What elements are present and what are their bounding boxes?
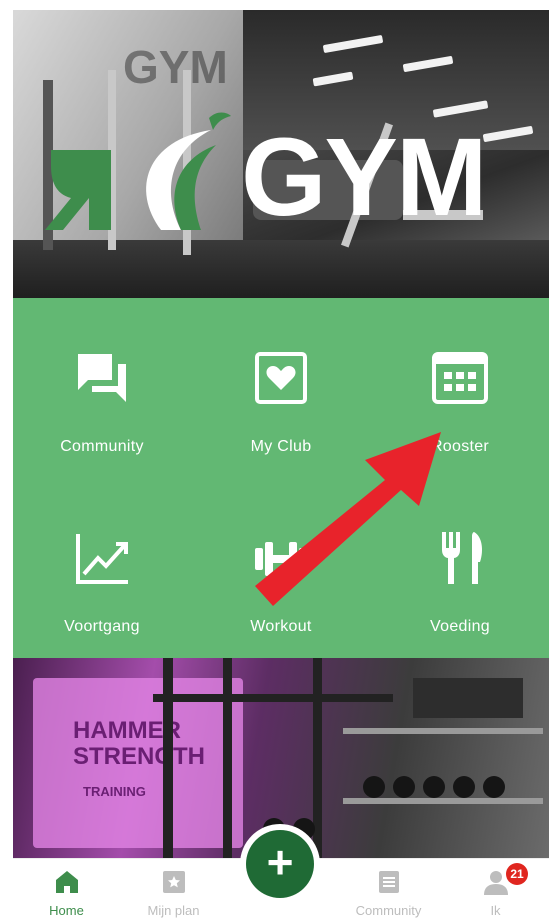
add-button[interactable]: + bbox=[246, 830, 314, 898]
heart-card-icon bbox=[255, 352, 307, 404]
rig-post bbox=[163, 658, 173, 858]
document-icon bbox=[378, 871, 399, 893]
rig-beam bbox=[153, 694, 393, 702]
mural-text: HAMMER STRENGTH bbox=[73, 717, 205, 770]
fab-container: + bbox=[240, 824, 320, 904]
rack-shelf bbox=[343, 798, 543, 804]
logo-text: GYM bbox=[241, 116, 488, 239]
calendar-icon bbox=[432, 352, 488, 404]
nav-mijn-plan[interactable]: Mijn plan bbox=[120, 859, 227, 921]
nav-label: Mijn plan bbox=[147, 903, 200, 918]
menu-tile-my-club[interactable]: My Club bbox=[192, 298, 370, 478]
kettlebell bbox=[453, 776, 475, 798]
menu-tile-voeding[interactable]: Voeding bbox=[371, 478, 549, 658]
notification-badge: 21 bbox=[506, 863, 528, 885]
hero-banner: GYM GYM bbox=[13, 10, 549, 298]
mural-subtext: TRAINING bbox=[83, 784, 146, 799]
menu-tile-label: Voeding bbox=[430, 618, 490, 635]
chart-line-icon bbox=[76, 534, 128, 584]
logo-mark-icon bbox=[45, 112, 231, 230]
equipment-box bbox=[413, 678, 523, 718]
hero-floor bbox=[13, 240, 549, 298]
menu-tile-label: Workout bbox=[250, 618, 312, 635]
menu-tile-rooster[interactable]: Rooster bbox=[371, 298, 549, 478]
chat-bubbles-icon bbox=[78, 354, 126, 402]
nav-label: Ik bbox=[490, 903, 501, 918]
menu-tile-label: My Club bbox=[250, 438, 312, 455]
menu-tile-voortgang[interactable]: Voortgang bbox=[13, 478, 191, 658]
rack-shelf bbox=[343, 728, 543, 734]
home-icon bbox=[55, 871, 78, 893]
menu-tile-label: Community bbox=[60, 438, 144, 455]
menu-tile-community[interactable]: Community bbox=[13, 298, 191, 478]
kettlebell bbox=[363, 776, 385, 798]
nav-home[interactable]: Home bbox=[13, 859, 120, 921]
nav-community[interactable]: Community bbox=[335, 859, 442, 921]
rig-post bbox=[223, 658, 232, 858]
dumbbell-icon bbox=[255, 542, 307, 576]
menu-tile-label: Rooster bbox=[430, 438, 490, 455]
nav-ik[interactable]: 21 Ik bbox=[442, 859, 549, 921]
kettlebell bbox=[423, 776, 445, 798]
gym-logo: GYM bbox=[41, 110, 541, 240]
star-card-icon bbox=[162, 871, 185, 893]
kettlebell bbox=[393, 776, 415, 798]
person-icon bbox=[483, 871, 508, 895]
menu-tile-workout[interactable]: Workout bbox=[192, 478, 370, 658]
nav-label: Home bbox=[49, 903, 84, 918]
kettlebell bbox=[483, 776, 505, 798]
fork-knife-icon bbox=[442, 532, 482, 584]
nav-label: Community bbox=[355, 903, 422, 918]
feature-menu: Community My Club Rooster Voortgang Work… bbox=[13, 298, 549, 658]
wall-logo-text: GYM bbox=[123, 41, 228, 93]
menu-tile-label: Voortgang bbox=[64, 618, 140, 635]
app-screen: GYM GYM Community My Club Rooster Voortg… bbox=[13, 10, 549, 921]
